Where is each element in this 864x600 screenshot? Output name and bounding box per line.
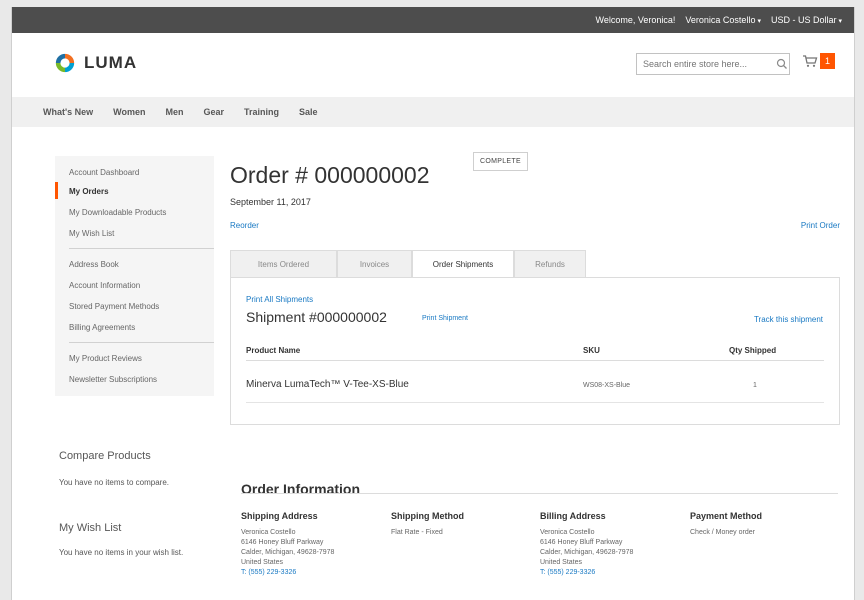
order-date: September 11, 2017 xyxy=(230,197,311,207)
compare-products-title: Compare Products xyxy=(59,450,151,462)
address-line: Veronica Costello xyxy=(540,529,595,536)
nav-item-training[interactable]: Training xyxy=(234,107,289,117)
header: LUMA 1 xyxy=(12,33,854,97)
nav-item-gear[interactable]: Gear xyxy=(194,107,235,117)
sidebar-divider xyxy=(69,248,214,249)
address-line: United States xyxy=(540,559,583,566)
sidebar-item-my-orders[interactable]: My Orders xyxy=(69,187,109,196)
column-header-sku: SKU xyxy=(583,346,600,355)
shipment-panel: Print All Shipments Shipment #000000002 … xyxy=(230,277,840,425)
address-line: 6146 Honey Bluff Parkway xyxy=(540,539,623,546)
browser-page: Welcome, Veronica! Veronica Costello ▾ US… xyxy=(11,7,855,600)
sidebar-item-my-wish-list[interactable]: My Wish List xyxy=(69,229,114,238)
column-header-qty-shipped: Qty Shipped xyxy=(729,346,777,355)
order-status-badge: COMPLETE xyxy=(473,152,528,171)
currency-switcher[interactable]: USD - US Dollar ▾ xyxy=(771,15,842,25)
payment-method-block: Payment Method Check / Money order xyxy=(690,511,830,538)
table-row-divider xyxy=(246,402,824,403)
row-sku: WS08-XS-Blue xyxy=(583,382,631,389)
cart-icon xyxy=(803,55,818,67)
nav-item-whats-new[interactable]: What's New xyxy=(12,107,103,117)
search-box xyxy=(636,53,790,75)
compare-products-empty: You have no items to compare. xyxy=(59,478,169,487)
track-shipment-link[interactable]: Track this shipment xyxy=(754,315,823,324)
luma-logo-icon xyxy=(55,53,75,73)
sidebar-item-newsletter-subscriptions[interactable]: Newsletter Subscriptions xyxy=(69,375,157,384)
billing-address-block: Billing Address Veronica Costello 6146 H… xyxy=(540,511,680,578)
chevron-down-icon: ▾ xyxy=(838,18,842,25)
main-navigation: What's New Women Men Gear Training Sale xyxy=(12,97,854,127)
sidebar-item-account-dashboard[interactable]: Account Dashboard xyxy=(69,168,139,177)
tab-items-ordered[interactable]: Items Ordered xyxy=(230,250,337,278)
print-all-shipments-link[interactable]: Print All Shipments xyxy=(246,295,313,304)
page-title: Order # 000000002 xyxy=(230,162,430,189)
address-line: Calder, Michigan, 49628-7978 xyxy=(241,549,335,556)
account-name: Veronica Costello xyxy=(685,15,756,25)
tab-order-shipments[interactable]: Order Shipments xyxy=(412,250,514,278)
minicart[interactable]: 1 xyxy=(802,53,835,69)
phone-link[interactable]: T: (555) 229-3326 xyxy=(241,568,381,578)
reorder-link[interactable]: Reorder xyxy=(230,221,259,230)
address-line: Calder, Michigan, 49628-7978 xyxy=(540,549,634,556)
print-order-link[interactable]: Print Order xyxy=(801,221,840,230)
order-information-divider xyxy=(241,493,838,494)
cart-count-badge: 1 xyxy=(820,53,835,69)
table-header-divider xyxy=(246,360,824,361)
sidebar-item-my-product-reviews[interactable]: My Product Reviews xyxy=(69,354,142,363)
address-line: Veronica Costello xyxy=(241,529,296,536)
wish-list-title: My Wish List xyxy=(59,522,122,534)
logo-text: LUMA xyxy=(84,53,138,72)
address-line: United States xyxy=(241,559,284,566)
column-header-product-name: Product Name xyxy=(246,346,301,355)
payment-method-value: Check / Money order xyxy=(690,529,755,536)
sidebar-item-stored-payment-methods[interactable]: Stored Payment Methods xyxy=(69,302,159,311)
sidebar-item-account-information[interactable]: Account Information xyxy=(69,281,140,290)
nav-item-sale[interactable]: Sale xyxy=(289,107,328,117)
shipping-method-value: Flat Rate - Fixed xyxy=(391,529,443,536)
tab-invoices[interactable]: Invoices xyxy=(337,250,412,278)
nav-item-women[interactable]: Women xyxy=(103,107,155,117)
active-indicator xyxy=(55,182,58,199)
search-icon[interactable] xyxy=(775,57,789,71)
top-panel: Welcome, Veronica! Veronica Costello ▾ US… xyxy=(12,7,854,33)
shipping-address-heading: Shipping Address xyxy=(241,511,318,521)
phone-link[interactable]: T: (555) 229-3326 xyxy=(540,568,680,578)
row-qty-shipped: 1 xyxy=(753,382,757,389)
chevron-down-icon: ▾ xyxy=(757,18,761,25)
shipping-address-block: Shipping Address Veronica Costello 6146 … xyxy=(241,511,381,578)
logo[interactable]: LUMA xyxy=(54,52,137,74)
account-sidebar: Account Dashboard My Orders My Downloada… xyxy=(55,156,214,396)
sidebar-item-billing-agreements[interactable]: Billing Agreements xyxy=(69,323,135,332)
shipping-method-block: Shipping Method Flat Rate - Fixed xyxy=(391,511,531,538)
billing-address-heading: Billing Address xyxy=(540,511,606,521)
shipment-title: Shipment #000000002 xyxy=(246,309,387,325)
wish-list-empty: You have no items in your wish list. xyxy=(59,548,184,557)
sidebar-item-address-book[interactable]: Address Book xyxy=(69,260,119,269)
payment-method-heading: Payment Method xyxy=(690,511,763,521)
shipping-method-heading: Shipping Method xyxy=(391,511,464,521)
print-shipment-link[interactable]: Print Shipment xyxy=(422,315,468,322)
address-line: 6146 Honey Bluff Parkway xyxy=(241,539,324,546)
order-information-title: Order Information xyxy=(241,480,361,497)
nav-item-men[interactable]: Men xyxy=(156,107,194,117)
row-product-name: Minerva LumaTech™ V-Tee-XS-Blue xyxy=(246,379,409,390)
search-input[interactable] xyxy=(637,58,773,70)
welcome-message: Welcome, Veronica! xyxy=(595,15,676,25)
order-tabs: Items Ordered Invoices Order Shipments R… xyxy=(230,250,586,278)
sidebar-item-my-downloadable-products[interactable]: My Downloadable Products xyxy=(69,208,166,217)
sidebar-divider xyxy=(69,342,214,343)
account-menu[interactable]: Veronica Costello ▾ xyxy=(685,15,761,25)
currency-label: USD - US Dollar xyxy=(770,15,837,25)
tab-refunds[interactable]: Refunds xyxy=(514,250,586,278)
